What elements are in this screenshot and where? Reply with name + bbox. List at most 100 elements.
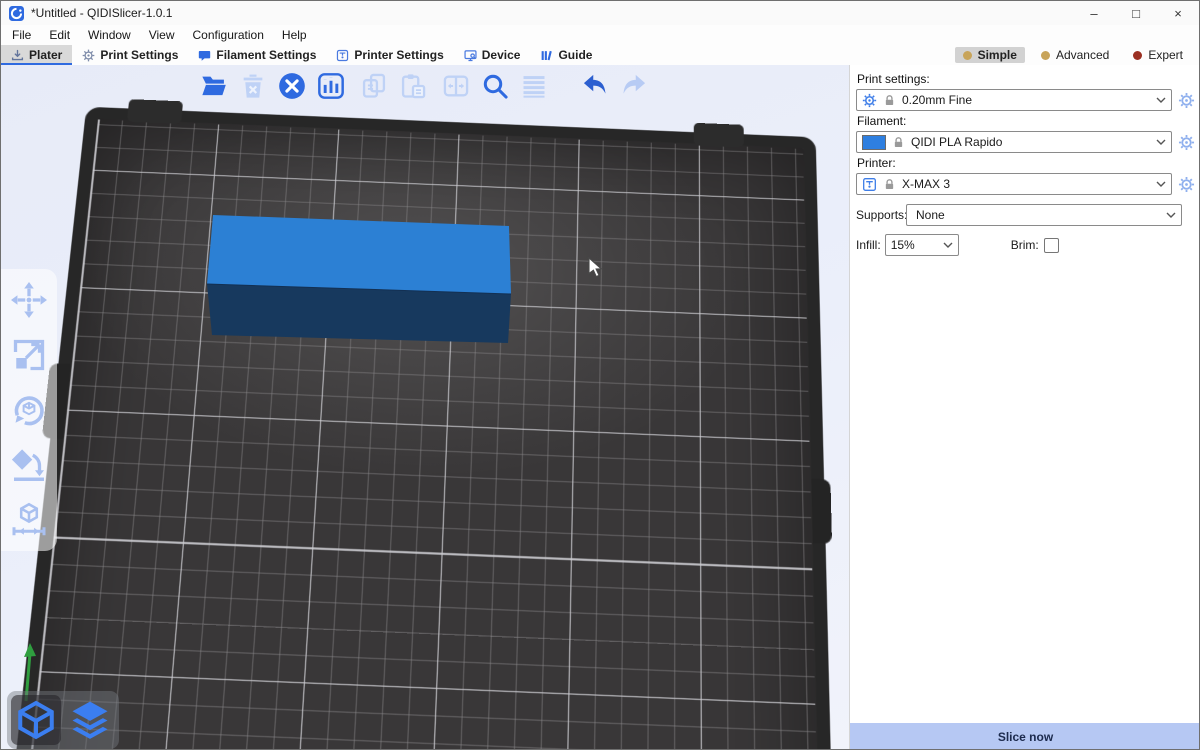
- filament-value: QIDI PLA Rapido: [911, 135, 1150, 149]
- trash-delete-icon: [239, 72, 267, 100]
- window-title: *Untitled - QIDISlicer-1.0.1: [31, 6, 172, 20]
- tab-plater[interactable]: Plater: [1, 45, 72, 65]
- lock-icon: [883, 178, 896, 191]
- move-arrows-icon: [11, 282, 47, 318]
- printer-icon: [862, 177, 877, 192]
- app-window: *Untitled - QIDISlicer-1.0.1 – □ × File …: [0, 0, 1200, 750]
- tab-label: Printer Settings: [354, 48, 443, 62]
- infill-combo[interactable]: 15%: [885, 234, 959, 256]
- mode-label: Expert: [1148, 48, 1183, 62]
- filament-combo[interactable]: QIDI PLA Rapido: [856, 131, 1172, 153]
- delete-button[interactable]: [238, 71, 268, 101]
- tab-guide[interactable]: Guide: [530, 45, 602, 65]
- place-on-face-tool-button[interactable]: [10, 446, 48, 484]
- undo-button[interactable]: [580, 71, 610, 101]
- tab-print-settings[interactable]: Print Settings: [72, 45, 188, 65]
- menu-bar: File Edit Window View Configuration Help: [1, 25, 1199, 45]
- tab-label: Guide: [558, 48, 592, 62]
- paste-button[interactable]: [398, 71, 428, 101]
- editor-view-toggle[interactable]: [11, 695, 61, 745]
- mode-label: Simple: [978, 48, 1017, 62]
- move-tool-button[interactable]: [10, 281, 48, 319]
- menu-configuration[interactable]: Configuration: [184, 25, 273, 45]
- measure-icon: [11, 502, 47, 538]
- preview-layers-toggle[interactable]: [65, 695, 115, 745]
- tab-printer-settings[interactable]: Printer Settings: [326, 45, 453, 65]
- cube-3d-view-icon: [15, 699, 57, 741]
- brim-label: Brim:: [1011, 238, 1039, 252]
- build-plate: [1, 107, 841, 750]
- print-settings-value: 0.20mm Fine: [902, 93, 1150, 107]
- tab-label: Plater: [29, 48, 62, 62]
- paste-icon: [399, 72, 427, 100]
- chevron-down-icon: [1156, 97, 1166, 103]
- menu-edit[interactable]: Edit: [40, 25, 79, 45]
- chevron-down-icon: [943, 242, 953, 248]
- menu-view[interactable]: View: [140, 25, 184, 45]
- minimize-button[interactable]: –: [1073, 1, 1115, 25]
- menu-window[interactable]: Window: [79, 25, 140, 45]
- print-settings-combo[interactable]: 0.20mm Fine: [856, 89, 1172, 111]
- tab-device[interactable]: Device: [454, 45, 531, 65]
- supports-label: Supports:: [856, 208, 906, 222]
- chevron-down-icon: [1156, 181, 1166, 187]
- menu-help[interactable]: Help: [273, 25, 316, 45]
- copy-button[interactable]: [359, 71, 389, 101]
- infill-label: Infill:: [856, 238, 881, 252]
- plate-clip: [127, 99, 183, 124]
- infill-value: 15%: [891, 238, 937, 252]
- plater-icon: [11, 49, 24, 62]
- advanced-mode-dot-icon: [1041, 51, 1050, 60]
- measure-tool-button[interactable]: [10, 501, 48, 539]
- open-button[interactable]: [199, 71, 229, 101]
- search-button[interactable]: [480, 71, 510, 101]
- redo-arrow-icon: [620, 72, 648, 100]
- tab-filament-settings[interactable]: Filament Settings: [188, 45, 326, 65]
- chevron-down-icon: [1156, 139, 1166, 145]
- delete-all-button[interactable]: [277, 71, 307, 101]
- split-objects-button[interactable]: [441, 71, 471, 101]
- mode-simple[interactable]: Simple: [955, 47, 1025, 63]
- print-settings-gear-button[interactable]: [1177, 91, 1195, 109]
- monitor-icon: [464, 49, 477, 62]
- printer-label: Printer:: [857, 156, 1194, 170]
- menu-file[interactable]: File: [3, 25, 40, 45]
- layer-lines-icon: [520, 72, 548, 100]
- printer-combo[interactable]: X-MAX 3: [856, 173, 1172, 195]
- slice-now-button[interactable]: Slice now: [850, 723, 1200, 750]
- viewport-3d[interactable]: [1, 65, 849, 750]
- printer-gear-button[interactable]: [1177, 175, 1195, 193]
- variable-layer-height-button[interactable]: [519, 71, 549, 101]
- undo-arrow-icon: [581, 72, 609, 100]
- brim-checkbox[interactable]: [1044, 238, 1059, 253]
- search-icon: [481, 72, 509, 100]
- mode-label: Advanced: [1056, 48, 1109, 62]
- arrange-button[interactable]: [316, 71, 346, 101]
- filament-gear-button[interactable]: [1177, 133, 1195, 151]
- rotate-icon: [11, 392, 47, 428]
- simple-mode-dot-icon: [963, 51, 972, 60]
- maximize-button[interactable]: □: [1115, 1, 1157, 25]
- split-window-icon: [442, 72, 470, 100]
- tab-bar: Plater Print Settings Filament Settings …: [1, 45, 1199, 66]
- rotate-tool-button[interactable]: [10, 391, 48, 429]
- print-settings-label: Print settings:: [857, 72, 1194, 86]
- filament-color-swatch: [862, 135, 886, 150]
- arrange-icon: [317, 72, 345, 100]
- mode-expert[interactable]: Expert: [1125, 47, 1191, 63]
- close-button[interactable]: ×: [1157, 1, 1199, 25]
- app-logo-icon: [9, 6, 24, 21]
- mode-advanced[interactable]: Advanced: [1033, 47, 1117, 63]
- left-toolbar: [1, 269, 57, 551]
- filament-label: Filament:: [857, 114, 1194, 128]
- open-folder-icon: [200, 72, 228, 100]
- printer-icon: [336, 49, 349, 62]
- redo-button[interactable]: [619, 71, 649, 101]
- expert-mode-dot-icon: [1133, 51, 1142, 60]
- scale-tool-button[interactable]: [10, 336, 48, 374]
- copy-icon: [360, 72, 388, 100]
- gear-icon: [1178, 134, 1195, 151]
- title-bar: *Untitled - QIDISlicer-1.0.1 – □ ×: [1, 1, 1199, 25]
- supports-combo[interactable]: None: [906, 204, 1182, 226]
- mode-selector: Simple Advanced Expert: [955, 45, 1199, 65]
